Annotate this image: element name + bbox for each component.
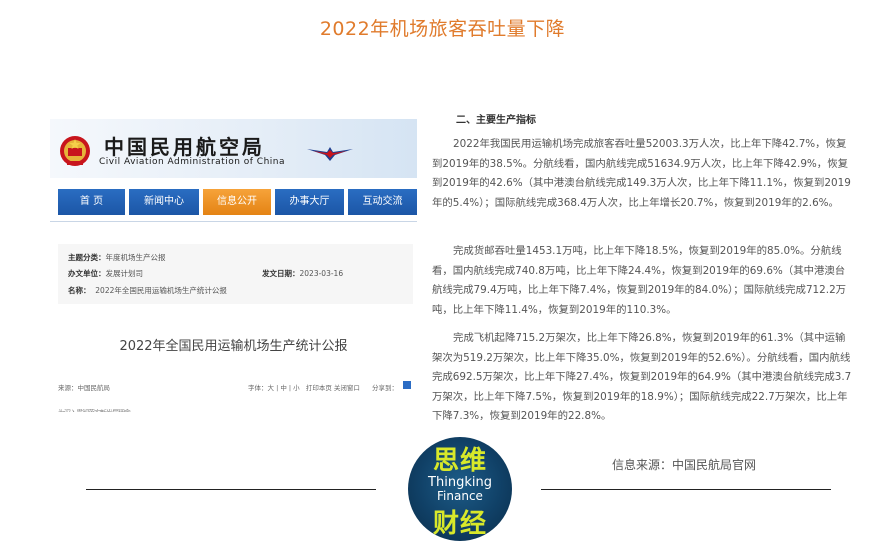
site-name-cn: 中国民用航空局 bbox=[104, 135, 265, 159]
national-emblem-icon bbox=[60, 136, 90, 166]
section-heading: 二、主要生产指标 bbox=[456, 115, 536, 126]
nav-interaction[interactable]: 互动交流 bbox=[348, 189, 417, 215]
decorative-line-left bbox=[86, 489, 376, 490]
meta-name-label: 名称： bbox=[68, 286, 91, 295]
print-close-links[interactable]: 打印本页 关闭窗口 bbox=[306, 384, 360, 392]
site-nav: 首 页 新闻中心 信息公开 办事大厅 互动交流 bbox=[58, 189, 417, 215]
doc-source: 来源：中国民航局 bbox=[58, 384, 110, 392]
meta-unit: 办文单位：发展计划司 bbox=[68, 268, 143, 279]
share-label: 分享到： bbox=[372, 384, 398, 392]
caac-wing-logo-icon bbox=[307, 147, 353, 161]
divider bbox=[50, 221, 417, 222]
cut-off-text: 为深入贯彻落实新发展理念， bbox=[58, 408, 198, 412]
logo-text-top: 思维 bbox=[432, 446, 487, 476]
meta-date-value: 2023-03-16 bbox=[299, 269, 344, 278]
thinking-finance-logo: 思维 Thingking Finance 财经 bbox=[408, 437, 512, 541]
nav-home[interactable]: 首 页 bbox=[58, 189, 125, 215]
doc-title: 2022年全国民用运输机场生产统计公报 bbox=[119, 339, 348, 354]
doc-source-row: 来源：中国民航局 字体：大 | 中 | 小 打印本页 关闭窗口 分享到： bbox=[58, 381, 413, 392]
paragraph-cargo: 完成货邮吞吐量1453.1万吨，比上年下降18.5%，恢复到2019年的85.0… bbox=[432, 245, 847, 316]
font-size-switch[interactable]: 字体：大 | 中 | 小 打印本页 关闭窗口 bbox=[248, 382, 360, 392]
font-size-text[interactable]: 字体：大 | 中 | 小 bbox=[248, 384, 300, 392]
paragraph-flights: 完成飞机起降715.2万架次，比上年下降26.8%，恢复到2019年的61.3%… bbox=[432, 332, 852, 422]
meta-category: 主题分类：年度机场生产公报 bbox=[68, 252, 166, 263]
meta-unit-value: 发展计划司 bbox=[105, 269, 144, 278]
decorative-line-right bbox=[541, 489, 831, 490]
embedded-website-screenshot: 中国民用航空局 Civil Aviation Administration of… bbox=[50, 119, 417, 419]
share-icon[interactable] bbox=[403, 381, 411, 389]
meta-name-value: 2022年全国民用运输机场生产统计公报 bbox=[95, 286, 227, 295]
nav-news[interactable]: 新闻中心 bbox=[129, 189, 199, 215]
nav-info-public[interactable]: 信息公开 bbox=[203, 189, 271, 215]
nav-service-hall[interactable]: 办事大厅 bbox=[275, 189, 344, 215]
meta-category-value: 年度机场生产公报 bbox=[105, 253, 166, 262]
doc-meta-box: 主题分类：年度机场生产公报 办文单位：发展计划司 发文日期：2023-03-16… bbox=[58, 244, 413, 304]
meta-date-label: 发文日期： bbox=[262, 269, 300, 278]
meta-name: 名称： 2022年全国民用运输机场生产统计公报 bbox=[68, 285, 227, 296]
site-name-en: Civil Aviation Administration of China bbox=[99, 157, 286, 167]
meta-category-label: 主题分类： bbox=[68, 253, 106, 262]
logo-text-mid2: Finance bbox=[437, 489, 483, 503]
logo-text-bottom: 财经 bbox=[432, 509, 487, 539]
info-source: 信息来源：中国民航局官网 bbox=[612, 458, 757, 472]
paragraph-passengers: 2022年我国民用运输机场完成旅客吞吐量52003.3万人次，比上年下降42.7… bbox=[432, 138, 851, 209]
page-title: 2022年机场旅客吞吐量下降 bbox=[319, 18, 566, 40]
meta-date: 发文日期：2023-03-16 bbox=[262, 268, 343, 279]
logo-text-mid1: Thingking bbox=[428, 475, 492, 490]
site-header: 中国民用航空局 Civil Aviation Administration of… bbox=[50, 119, 417, 178]
meta-unit-label: 办文单位： bbox=[68, 269, 106, 278]
